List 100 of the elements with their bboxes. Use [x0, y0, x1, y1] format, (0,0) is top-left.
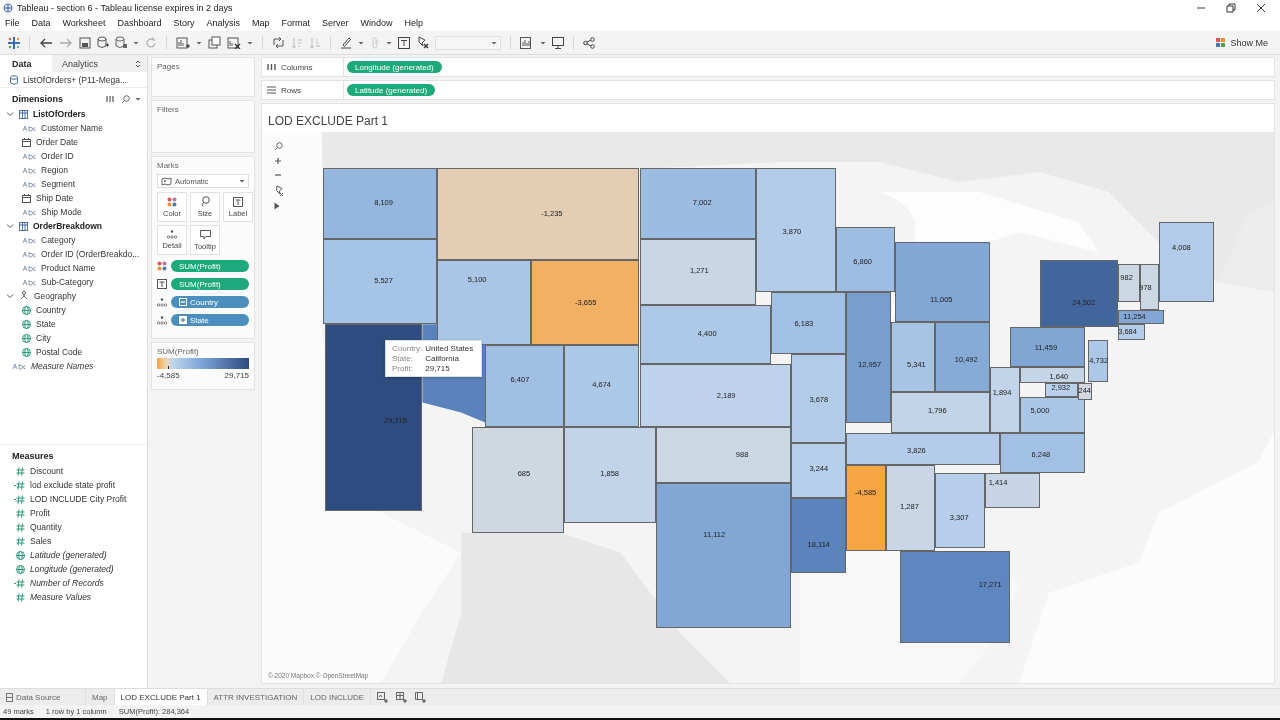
- clear-sheet-icon[interactable]: [227, 36, 241, 49]
- field-item[interactable]: Measure Values: [30, 592, 92, 602]
- menu-item[interactable]: Worksheet: [62, 18, 106, 28]
- state-region[interactable]: [1117, 264, 1140, 303]
- field-item[interactable]: Longitude (generated): [30, 564, 114, 574]
- field-item[interactable]: Sales: [30, 536, 52, 546]
- field-item[interactable]: City: [36, 333, 51, 343]
- menu-item[interactable]: Analysis: [206, 18, 240, 28]
- state-region[interactable]: [656, 426, 791, 483]
- paperclip-icon[interactable]: [370, 36, 380, 49]
- highlight-icon[interactable]: [340, 36, 352, 49]
- field-item[interactable]: State: [36, 319, 56, 329]
- text-box-icon[interactable]: [398, 36, 410, 49]
- field-item[interactable]: Country: [36, 305, 66, 315]
- pin-clear-icon[interactable]: [416, 36, 429, 49]
- field-item[interactable]: Order ID: [41, 151, 74, 161]
- field-item[interactable]: Ship Mode: [41, 207, 82, 217]
- dimension-pill[interactable]: Country: [171, 296, 249, 308]
- bar-chart-icon[interactable]: [520, 36, 534, 49]
- field-item[interactable]: Order Date: [36, 137, 79, 147]
- caret-icon[interactable]: [247, 39, 253, 46]
- new-story-icon[interactable]: [415, 691, 427, 703]
- menu-item[interactable]: Dashboard: [117, 18, 162, 28]
- field-item[interactable]: Geography: [34, 291, 77, 301]
- state-region[interactable]: [563, 426, 657, 523]
- data-source-name[interactable]: ListOfOrders+ (P11-Mega...: [23, 74, 127, 85]
- database-icon[interactable]: [115, 36, 127, 49]
- field-item[interactable]: Discount: [30, 466, 64, 476]
- field-item[interactable]: Order ID (OrderBreakdo...: [41, 249, 140, 259]
- zoom-in-icon[interactable]: [274, 157, 282, 165]
- menu-item[interactable]: Story: [173, 18, 195, 28]
- restore-icon[interactable]: [1226, 2, 1236, 13]
- field-item[interactable]: Latitude (generated): [30, 550, 107, 560]
- caret-icon[interactable]: [386, 39, 392, 46]
- field-item[interactable]: OrderBreakdown: [33, 221, 102, 231]
- view-toggle-icon[interactable]: [106, 95, 116, 103]
- new-dashboard-icon[interactable]: [396, 691, 408, 703]
- state-region[interactable]: [437, 168, 640, 261]
- state-region[interactable]: [1117, 310, 1165, 325]
- menu-item[interactable]: File: [5, 18, 20, 28]
- duplicate-icon[interactable]: [208, 36, 221, 49]
- expand-caret-icon[interactable]: [6, 223, 14, 229]
- search-icon[interactable]: [274, 142, 283, 151]
- field-item[interactable]: Product Name: [41, 263, 96, 273]
- menu-item[interactable]: Map: [251, 18, 270, 28]
- field-item[interactable]: Quantity: [30, 522, 62, 532]
- state-region[interactable]: [639, 239, 757, 306]
- play-icon[interactable]: [274, 202, 280, 210]
- pin-icon[interactable]: [274, 185, 284, 196]
- sheet-tab[interactable]: LOD EXCLUDE Part 1: [114, 689, 208, 705]
- field-item[interactable]: Profit: [30, 508, 50, 518]
- expand-caret-icon[interactable]: [6, 111, 14, 117]
- pane-tab[interactable]: Analytics: [52, 55, 147, 72]
- save-icon[interactable]: [79, 36, 91, 49]
- zoom-out-icon[interactable]: [274, 171, 282, 179]
- state-region[interactable]: [437, 260, 531, 346]
- state-region[interactable]: [639, 364, 791, 427]
- state-region[interactable]: [1044, 383, 1078, 398]
- state-region[interactable]: [935, 472, 986, 548]
- dimension-pill[interactable]: State: [171, 314, 249, 326]
- left-arrow-icon[interactable]: [39, 36, 53, 49]
- state-region[interactable]: [890, 392, 991, 433]
- monitor-icon[interactable]: [552, 36, 564, 49]
- field-item[interactable]: Measure Names: [31, 361, 94, 371]
- field-item[interactable]: Customer Name: [41, 123, 103, 133]
- caret-icon[interactable]: [540, 39, 546, 46]
- field-item[interactable]: Number of Records: [30, 578, 104, 588]
- expand-caret-icon[interactable]: [6, 293, 14, 299]
- new-sheet-icon[interactable]: [176, 36, 190, 49]
- swap-icon[interactable]: [272, 36, 285, 49]
- field-item[interactable]: Sub-Category: [41, 277, 94, 287]
- caret-icon[interactable]: [358, 39, 364, 46]
- field-item[interactable]: lod exclude state profit: [30, 480, 116, 490]
- new-worksheet-icon[interactable]: [377, 691, 389, 703]
- search-icon[interactable]: [121, 94, 130, 104]
- state-region[interactable]: [790, 354, 846, 443]
- show-me-button[interactable]: Show Me: [1212, 35, 1272, 50]
- right-arrow-icon[interactable]: [59, 36, 73, 49]
- state-region[interactable]: [1020, 367, 1085, 384]
- share-icon[interactable]: [583, 36, 595, 49]
- state-region[interactable]: [472, 426, 564, 533]
- state-region[interactable]: [790, 442, 846, 498]
- caret-icon[interactable]: [133, 39, 139, 46]
- logo-icon[interactable]: [8, 36, 20, 49]
- field-item[interactable]: Ship Date: [36, 193, 74, 203]
- menu-item[interactable]: Window: [360, 18, 393, 28]
- field-item[interactable]: Segment: [41, 179, 76, 189]
- state-region[interactable]: [990, 367, 1020, 433]
- state-region[interactable]: [1139, 264, 1160, 311]
- expand-icon[interactable]: [179, 316, 187, 324]
- close-icon[interactable]: [1256, 2, 1266, 13]
- menu-item[interactable]: Server: [322, 18, 349, 28]
- menu-item[interactable]: Help: [404, 18, 424, 28]
- field-item[interactable]: LOD INCLUDE City Profit: [30, 494, 127, 504]
- caret-icon[interactable]: [135, 96, 141, 102]
- field-item[interactable]: ListOfOrders: [33, 109, 86, 119]
- state-region[interactable]: [885, 464, 936, 551]
- caret-icon[interactable]: [196, 39, 202, 46]
- state-region[interactable]: [985, 472, 1040, 508]
- field-item[interactable]: Region: [41, 165, 68, 175]
